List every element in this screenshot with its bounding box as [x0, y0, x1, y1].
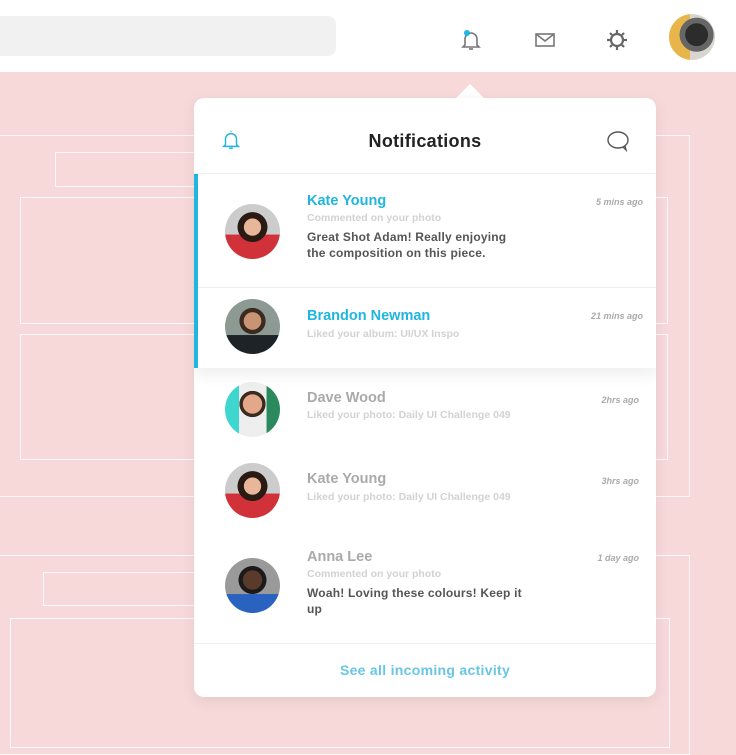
timestamp: 1 day ago — [597, 553, 639, 563]
background-outline — [43, 572, 203, 606]
unread-group: Kate Young Commented on your photo Great… — [194, 174, 656, 368]
avatar — [225, 558, 280, 613]
bell-icon[interactable] — [457, 26, 485, 54]
panel-header: Notifications — [194, 98, 656, 174]
dropdown-caret — [455, 84, 485, 99]
notification-item[interactable]: Anna Lee Commented on your photo Woah! L… — [194, 530, 656, 643]
timestamp: 21 mins ago — [590, 311, 643, 321]
avatar — [225, 204, 280, 259]
top-bar — [0, 0, 736, 72]
notifications-panel: Notifications Kate Young Commented on yo… — [194, 98, 656, 697]
gear-icon[interactable] — [603, 26, 631, 54]
notification-item[interactable]: Kate Young Commented on your photo Great… — [198, 174, 656, 288]
search-input[interactable] — [0, 16, 336, 56]
action-text: Liked your photo: Daily UI Challenge 049 — [307, 491, 511, 503]
timestamp: 2hrs ago — [601, 395, 639, 405]
avatar — [225, 382, 280, 437]
sender-name[interactable]: Brandon Newman — [307, 308, 430, 324]
notification-item[interactable]: Dave Wood Liked your photo: Daily UI Cha… — [194, 368, 656, 450]
message-text: Woah! Loving these colours! Keep it up — [307, 586, 522, 616]
sender-name[interactable]: Anna Lee — [307, 549, 372, 565]
timestamp: 3hrs ago — [601, 476, 639, 486]
avatar — [225, 299, 280, 354]
background-outline — [55, 152, 205, 187]
see-all-activity-link[interactable]: See all incoming activity — [194, 643, 656, 697]
action-text: Liked your album: UI/UX Inspo — [307, 328, 460, 340]
panel-title: Notifications — [368, 131, 482, 151]
sender-name[interactable]: Kate Young — [307, 471, 386, 487]
chat-bubble-icon[interactable] — [606, 130, 630, 157]
timestamp: 5 mins ago — [595, 197, 643, 207]
user-avatar[interactable] — [669, 14, 715, 60]
action-text: Liked your photo: Daily UI Challenge 049 — [307, 409, 511, 421]
message-text: Great Shot Adam! Really enjoying the com… — [307, 230, 507, 260]
mail-icon[interactable] — [531, 26, 559, 54]
avatar — [225, 463, 280, 518]
action-text: Commented on your photo — [307, 568, 442, 580]
action-text: Commented on your photo — [307, 212, 442, 224]
sender-name[interactable]: Dave Wood — [307, 390, 386, 406]
notification-item[interactable]: Kate Young Liked your photo: Daily UI Ch… — [194, 450, 656, 530]
sender-name[interactable]: Kate Young — [307, 193, 386, 209]
notification-item[interactable]: Brandon Newman Liked your album: UI/UX I… — [198, 288, 656, 368]
